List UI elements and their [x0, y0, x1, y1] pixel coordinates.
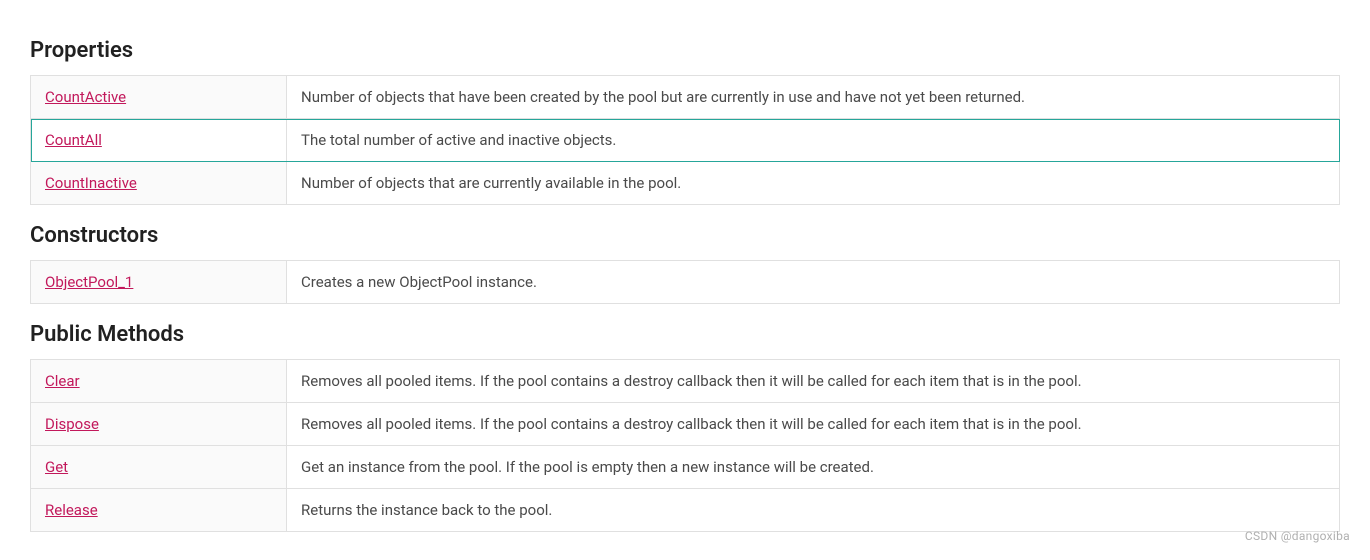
public-methods-table: Clear Removes all pooled items. If the p… — [30, 359, 1340, 532]
api-link-dispose[interactable]: Dispose — [45, 415, 99, 433]
api-link-get[interactable]: Get — [45, 458, 68, 476]
api-link-clear[interactable]: Clear — [45, 372, 80, 390]
api-name-cell: CountActive — [31, 76, 287, 119]
api-name-cell: Clear — [31, 360, 287, 403]
api-name-cell: Release — [31, 489, 287, 532]
table-row: Dispose Removes all pooled items. If the… — [31, 403, 1340, 446]
table-row: CountInactive Number of objects that are… — [31, 162, 1340, 205]
api-link-countactive[interactable]: CountActive — [45, 88, 126, 106]
api-desc-cell: Creates a new ObjectPool instance. — [287, 261, 1340, 304]
api-name-cell: CountInactive — [31, 162, 287, 205]
api-desc-cell: Get an instance from the pool. If the po… — [287, 446, 1340, 489]
table-row: ObjectPool_1 Creates a new ObjectPool in… — [31, 261, 1340, 304]
api-desc-cell: Number of objects that are currently ava… — [287, 162, 1340, 205]
api-desc-cell: Number of objects that have been created… — [287, 76, 1340, 119]
table-row: CountAll The total number of active and … — [31, 119, 1340, 162]
watermark-text: CSDN @dangoxiba — [1245, 529, 1350, 543]
api-desc-cell: Removes all pooled items. If the pool co… — [287, 360, 1340, 403]
api-desc-cell: Returns the instance back to the pool. — [287, 489, 1340, 532]
table-row: CountActive Number of objects that have … — [31, 76, 1340, 119]
section-heading-properties: Properties — [30, 38, 1340, 63]
api-link-release[interactable]: Release — [45, 501, 98, 519]
api-name-cell: Get — [31, 446, 287, 489]
table-row: Get Get an instance from the pool. If th… — [31, 446, 1340, 489]
table-row: Clear Removes all pooled items. If the p… — [31, 360, 1340, 403]
table-row: Release Returns the instance back to the… — [31, 489, 1340, 532]
api-desc-cell: The total number of active and inactive … — [287, 119, 1340, 162]
api-name-cell: ObjectPool_1 — [31, 261, 287, 304]
constructors-table: ObjectPool_1 Creates a new ObjectPool in… — [30, 260, 1340, 304]
api-link-countinactive[interactable]: CountInactive — [45, 174, 137, 192]
properties-table: CountActive Number of objects that have … — [30, 75, 1340, 205]
api-name-cell: CountAll — [31, 119, 287, 162]
api-link-objectpool-1[interactable]: ObjectPool_1 — [45, 273, 133, 291]
api-name-cell: Dispose — [31, 403, 287, 446]
section-heading-public-methods: Public Methods — [30, 322, 1340, 347]
api-desc-cell: Removes all pooled items. If the pool co… — [287, 403, 1340, 446]
api-link-countall[interactable]: CountAll — [45, 131, 102, 149]
section-heading-constructors: Constructors — [30, 223, 1340, 248]
